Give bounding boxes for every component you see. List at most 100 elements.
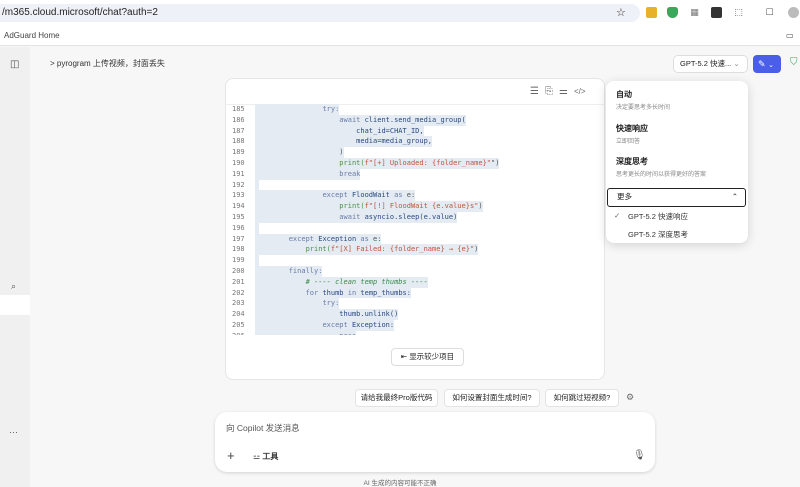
new-chat-button[interactable]: ✎ ⌄ bbox=[753, 55, 781, 73]
star-icon[interactable]: ☆ bbox=[616, 6, 626, 19]
submodel-deep[interactable]: GPT-5.2 深度思考 bbox=[628, 229, 688, 240]
code-token: # ---- clean temp thumbs ---- bbox=[305, 277, 428, 286]
line-number: 190 bbox=[232, 158, 245, 167]
code-token: thumb.unlink() bbox=[339, 310, 399, 319]
submodel-fast[interactable]: GPT-5.2 快速响应 bbox=[628, 211, 688, 222]
option-fast-title[interactable]: 快速响应 bbox=[616, 123, 648, 134]
more-models-toggle[interactable]: 更多 ⌃ bbox=[607, 188, 746, 207]
code-token: except bbox=[322, 191, 352, 200]
line-number: 205 bbox=[232, 320, 245, 329]
profile-avatar[interactable] bbox=[788, 7, 799, 18]
code-line: 190 print(f"[+] Uploaded: {folder_name}"… bbox=[228, 157, 598, 169]
adguard-shield-icon[interactable] bbox=[667, 7, 678, 18]
code-token: thumb bbox=[322, 288, 348, 297]
show-less-label: 显示较少项目 bbox=[409, 352, 455, 361]
code-token: ) bbox=[478, 202, 483, 211]
code-token: f"[!] FloodWait {e.value}s" bbox=[364, 202, 479, 211]
code-token: try: bbox=[322, 299, 340, 308]
code-text: finally: bbox=[255, 265, 323, 277]
code-token: asyncio.sleep(e.value) bbox=[364, 212, 458, 221]
suggestion-chip[interactable]: 如何跳过短视频? bbox=[545, 389, 619, 407]
code-text: media=media_group, bbox=[255, 136, 433, 148]
line-number: 198 bbox=[232, 245, 245, 254]
code-token: pass bbox=[339, 332, 356, 335]
code-text: print(f"[!] FloodWait {e.value}s") bbox=[255, 201, 483, 212]
code-text: await client.send_media_group( bbox=[255, 114, 466, 126]
code-token: Exception bbox=[318, 234, 361, 243]
more-label: 更多 bbox=[617, 192, 632, 201]
breadcrumb[interactable]: > pyrogram 上传视频，封面丢失 bbox=[50, 58, 165, 69]
extension-icon[interactable] bbox=[711, 7, 722, 18]
code-line: 205 except Exception: bbox=[228, 319, 598, 331]
show-less-button[interactable]: ⇤ 显示较少项目 bbox=[391, 348, 464, 366]
settings-sliders-icon[interactable]: ⚌ bbox=[559, 86, 574, 97]
code-content: 185 try: 186 await client.send_media_grou… bbox=[228, 104, 598, 335]
suggestion-chip[interactable]: 请给我最终Pro版代码 bbox=[355, 389, 438, 407]
puzzle-icon[interactable]: ⬚ bbox=[733, 7, 744, 18]
suggestion-chip[interactable]: 如何设置封面生成时间? bbox=[444, 389, 540, 407]
extension-icon[interactable] bbox=[646, 7, 657, 18]
code-view-icon[interactable]: </> bbox=[574, 87, 586, 96]
code-line: 193 except FloodWait as e: bbox=[228, 190, 598, 202]
reading-list-icon[interactable]: ☐ bbox=[764, 7, 775, 18]
address-bar[interactable]: /m365.cloud.microsoft/chat?auth=2 bbox=[0, 4, 640, 22]
code-line: 192 bbox=[228, 179, 598, 191]
sidebar: ◫ ⌕ ··· bbox=[0, 47, 30, 487]
qr-icon[interactable]: ▦ bbox=[689, 7, 700, 18]
code-text: except Exception as e: bbox=[255, 233, 382, 245]
line-number: 192 bbox=[232, 180, 245, 189]
wrap-icon[interactable]: ☰ bbox=[530, 86, 545, 97]
chevron-down-icon: ⌄ bbox=[768, 62, 774, 69]
line-number: 189 bbox=[232, 148, 245, 157]
model-selector-button[interactable]: GPT-5.2 快速... ⌄ bbox=[673, 55, 748, 73]
shield-icon[interactable]: ⛉ bbox=[790, 57, 798, 68]
message-input[interactable]: 向 Copilot 发送消息 bbox=[226, 422, 300, 434]
tools-icon: ⚍ bbox=[253, 452, 261, 461]
sidebar-selected-item[interactable] bbox=[0, 295, 30, 315]
code-token: for bbox=[305, 288, 323, 297]
code-text: thumb.unlink() bbox=[255, 309, 399, 320]
line-number: 191 bbox=[232, 169, 245, 178]
check-icon: ✓ bbox=[614, 211, 621, 220]
compose-icon: ✎ bbox=[758, 59, 766, 69]
folder-icon[interactable]: ▭ bbox=[786, 31, 794, 40]
microphone-icon[interactable]: 🎙 bbox=[633, 450, 646, 461]
code-line: 191 break bbox=[228, 168, 598, 180]
code-text: print(f"[+] Uploaded: {folder_name}"") bbox=[255, 157, 500, 169]
sidebar-toggle-icon[interactable]: ◫ bbox=[10, 59, 19, 70]
suggestions-settings-icon[interactable]: ⚙ bbox=[626, 392, 634, 403]
bookmark-adguard[interactable]: AdGuard Home bbox=[4, 31, 60, 40]
code-token: e: bbox=[406, 191, 416, 200]
code-text: # ---- clean temp thumbs ---- bbox=[255, 276, 428, 288]
code-token: FloodWait bbox=[351, 191, 395, 200]
chevron-up-icon: ⌃ bbox=[731, 192, 738, 201]
line-number: 185 bbox=[232, 105, 245, 113]
add-icon[interactable]: + bbox=[227, 448, 235, 463]
code-token: Exception: bbox=[351, 320, 395, 329]
search-icon[interactable]: ⌕ bbox=[11, 281, 16, 292]
code-token: try: bbox=[322, 105, 340, 113]
option-fast-desc: 立即回答 bbox=[616, 139, 641, 145]
code-line: 188 media=media_group, bbox=[228, 136, 598, 148]
code-line: 185 try: bbox=[228, 104, 598, 115]
more-icon[interactable]: ··· bbox=[9, 427, 18, 437]
code-token: finally: bbox=[288, 266, 323, 275]
code-token: except bbox=[288, 234, 319, 243]
option-auto-desc: 决定要思考多长时间 bbox=[616, 105, 671, 111]
code-line: 194 print(f"[!] FloodWait {e.value}s") bbox=[228, 201, 598, 212]
code-token: await bbox=[339, 115, 365, 124]
line-number: 204 bbox=[232, 310, 245, 319]
code-line: 201 # ---- clean temp thumbs ---- bbox=[228, 276, 598, 288]
line-number: 188 bbox=[232, 137, 245, 146]
code-token: chat_id=CHAT_ID, bbox=[356, 126, 424, 135]
option-auto-title[interactable]: 自动 bbox=[616, 89, 632, 100]
line-number: 186 bbox=[232, 115, 245, 124]
line-number: 203 bbox=[232, 299, 245, 308]
code-token: ) bbox=[474, 245, 479, 254]
code-line: 195 await asyncio.sleep(e.value) bbox=[228, 211, 598, 223]
code-toolbar: ☰⎘⚌</> bbox=[530, 86, 586, 97]
option-deep-title[interactable]: 深度思考 bbox=[616, 156, 648, 167]
tools-button[interactable]: ⚍ 工具 bbox=[253, 451, 278, 462]
copy-icon[interactable]: ⎘ bbox=[545, 86, 559, 97]
code-token: print( bbox=[305, 245, 331, 254]
